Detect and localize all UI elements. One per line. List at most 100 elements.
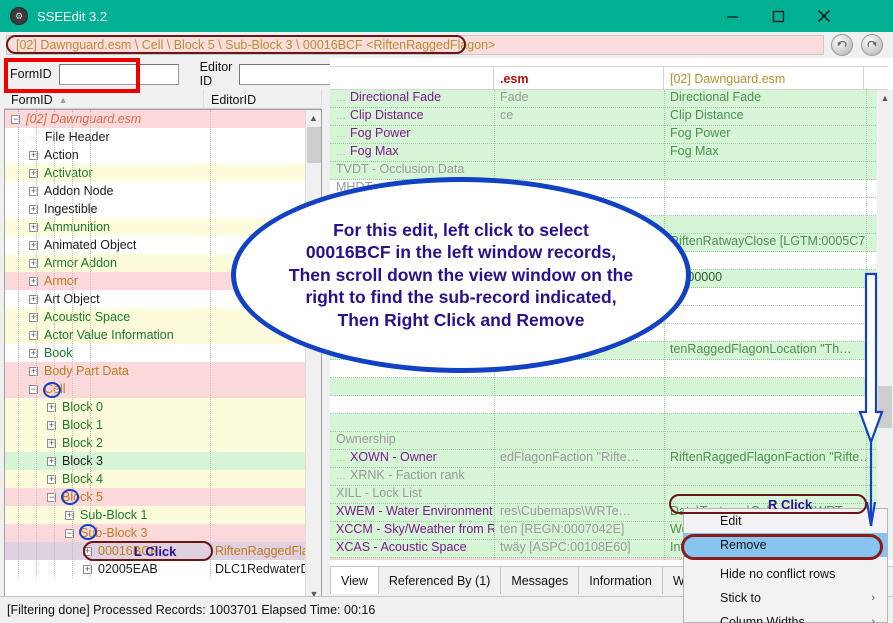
tree-item-label: Actor Value Information: [44, 328, 174, 342]
column-header-editorid[interactable]: EditorID: [204, 90, 322, 109]
tree-item-label: Action: [44, 148, 79, 162]
record-scroll-thumb[interactable]: [878, 386, 892, 428]
tree-item[interactable]: + Armor: [5, 272, 305, 290]
back-arrow-icon[interactable]: [831, 34, 853, 56]
tree-item[interactable]: + Block 3: [5, 452, 305, 470]
record-row[interactable]: MHDT: [330, 180, 888, 198]
menu-item-hide-no-conflict-rows[interactable]: Hide no conflict rows: [684, 562, 887, 586]
tree-item[interactable]: +00016BCF RiftenRaggedFla: [5, 542, 309, 560]
tree-item[interactable]: − Cell: [5, 380, 305, 398]
record-row[interactable]: … XRNK - Faction rank: [330, 468, 888, 486]
record-row[interactable]: … Fog Max Fog Max: [330, 144, 888, 162]
close-button[interactable]: [801, 0, 847, 32]
record-row[interactable]: [330, 414, 888, 432]
context-menu[interactable]: Edit Remove Hide no conflict rows Stick to ›…: [683, 508, 888, 623]
record-header-col3[interactable]: [02] Dawnguard.esm: [664, 67, 864, 90]
record-view-scrollbar[interactable]: ▲: [877, 90, 893, 560]
menu-item-edit[interactable]: Edit: [684, 509, 887, 533]
record-row[interactable]: [330, 360, 888, 378]
record-row[interactable]: tenRaggedFlagonLocation "Th…: [330, 342, 888, 360]
record-row[interactable]: … Directional Fade Fade Directional Fade: [330, 90, 888, 108]
tree-item[interactable]: +02005EAB DLC1RedwaterD: [5, 560, 309, 578]
record-cell-name-label: Fog Max: [350, 144, 399, 158]
tree-item[interactable]: − Block 5: [5, 488, 305, 506]
tree-item[interactable]: + Art Object: [5, 290, 305, 308]
tree-guide-line: [36, 110, 37, 578]
record-cell-dawnguard: RiftenRaggedFlagonFaction "Rifte…: [670, 450, 866, 464]
record-cell-name: … XRNK - Faction rank: [330, 468, 494, 482]
tree-item[interactable]: + Activator: [5, 164, 305, 182]
record-row[interactable]: [330, 396, 888, 414]
tree-leaf-dots: …: [336, 93, 346, 104]
minimize-button[interactable]: [709, 0, 755, 32]
tree-item[interactable]: + Acoustic Space: [5, 308, 305, 326]
tree-item[interactable]: + Action: [5, 146, 305, 164]
tree-item[interactable]: + Addon Node: [5, 182, 305, 200]
tree-item-label: Block 0: [62, 400, 103, 414]
record-cell-name-label: MHDT: [336, 180, 373, 194]
record-row[interactable]: [330, 306, 888, 324]
tree-scroll-thumb[interactable]: [307, 127, 321, 163]
maximize-button[interactable]: [755, 0, 801, 32]
record-cell-name-label: TVDT - Occlusion Data: [336, 162, 465, 176]
record-row[interactable]: [330, 198, 888, 216]
tab-messages[interactable]: Messages: [501, 567, 580, 594]
record-cell-name-label: Ownership: [336, 432, 396, 446]
tree-item[interactable]: + Ingestible: [5, 200, 305, 218]
tree-item[interactable]: ··· File Header: [5, 128, 305, 146]
record-row[interactable]: [330, 216, 888, 234]
tab-referenced-by-1-[interactable]: Referenced By (1): [378, 567, 502, 594]
tree-item[interactable]: + Block 4: [5, 470, 305, 488]
record-header-col1[interactable]: [330, 67, 494, 90]
column-header-formid[interactable]: FormID ▲: [4, 90, 204, 109]
record-row[interactable]: [330, 288, 888, 306]
record-row[interactable]: TVDT - Occlusion Data: [330, 162, 888, 180]
record-scroll-up-icon[interactable]: ▲: [877, 90, 893, 106]
tree-item[interactable]: − Sub-Block 3: [5, 524, 305, 542]
record-view-grid[interactable]: … Directional Fade Fade Directional Fade … Cl…: [330, 90, 888, 560]
record-cell-name-label: XEZN - Encounter Zone: [336, 558, 469, 560]
tree-leaf-dots: …: [336, 471, 346, 482]
record-view-pane: .esm [02] Dawnguard.esm … Directional Fad…: [330, 58, 893, 566]
forward-arrow-icon[interactable]: [861, 34, 883, 56]
tree-item[interactable]: + Book: [5, 344, 305, 362]
menu-item-remove[interactable]: Remove: [684, 533, 887, 557]
record-tree[interactable]: − [02] Dawnguard.esm ··· File Header + Action…: [4, 109, 322, 623]
record-row[interactable]: [330, 324, 888, 342]
tree-item[interactable]: + Block 2: [5, 434, 305, 452]
menu-item-label: Column Widths: [720, 615, 805, 623]
tree-item-label: 00016BCF: [98, 544, 158, 558]
menu-item-column-widths[interactable]: Column Widths ›: [684, 610, 887, 623]
tree-item-label: Block 4: [62, 472, 103, 486]
record-header-col2[interactable]: .esm: [494, 67, 664, 90]
tree-item[interactable]: + Body Part Data: [5, 362, 305, 380]
tree-item[interactable]: + Ammunition: [5, 218, 305, 236]
record-cell-master: res\Cubemaps\WRTe…: [500, 504, 632, 518]
tree-vertical-scrollbar[interactable]: ▲ ▼: [305, 110, 321, 602]
record-cell-master: Fade: [500, 90, 529, 104]
formid-input[interactable]: [58, 63, 179, 85]
record-path-bar[interactable]: [02] Dawnguard.esm \ Cell \ Block 5 \ Su…: [6, 35, 824, 55]
record-row[interactable]: 0.000000: [330, 270, 888, 288]
menu-item-stick-to[interactable]: Stick to ›: [684, 586, 887, 610]
tab-view[interactable]: View: [330, 566, 379, 594]
tree-item[interactable]: − [02] Dawnguard.esm: [5, 110, 305, 128]
scroll-up-icon[interactable]: ▲: [306, 110, 321, 126]
menu-item-label: Remove: [720, 538, 767, 552]
tree-item[interactable]: + Sub-Block 1: [5, 506, 305, 524]
tab-information[interactable]: Information: [579, 567, 663, 594]
record-row[interactable]: [330, 252, 888, 270]
tree-item[interactable]: + Actor Value Information: [5, 326, 305, 344]
record-cell-dawnguard: 0.000000: [670, 270, 723, 284]
tree-item[interactable]: + Block 0: [5, 398, 305, 416]
record-row[interactable]: … XOWN - Owner edFlagonFaction "Rifte… Rift…: [330, 450, 888, 468]
tree-item[interactable]: + Block 1: [5, 416, 305, 434]
record-row[interactable]: XILL - Lock List: [330, 486, 888, 504]
record-row[interactable]: Ownership: [330, 432, 888, 450]
record-row[interactable]: [330, 378, 888, 396]
record-row[interactable]: … Clip Distance ce Clip Distance: [330, 108, 888, 126]
tree-item[interactable]: + Animated Object: [5, 236, 305, 254]
tree-item[interactable]: + Armor Addon: [5, 254, 305, 272]
record-row[interactable]: … Fog Power Fog Power: [330, 126, 888, 144]
record-row[interactable]: TM:0005C7… RiftenRatwayClose [LGTM:0005C7…: [330, 234, 888, 252]
